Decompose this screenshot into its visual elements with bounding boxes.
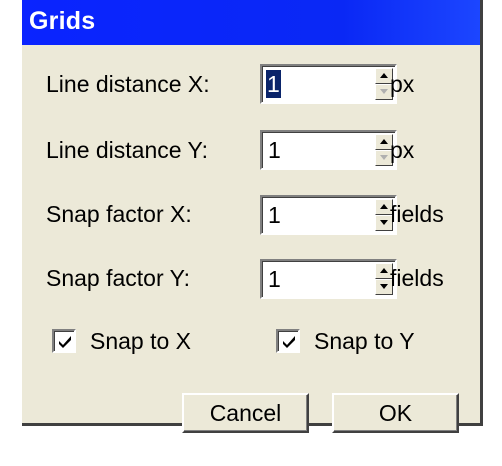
snap-factor-x-value[interactable]: 1 <box>268 201 281 229</box>
triangle-down-icon <box>380 89 388 94</box>
line-distance-x-unit: px <box>390 71 415 97</box>
line-distance-y-value[interactable]: 1 <box>268 136 281 164</box>
ok-button[interactable]: OK <box>332 393 459 433</box>
triangle-down-icon <box>380 284 388 289</box>
snap-to-y-label[interactable]: Snap to Y <box>314 327 415 355</box>
line-distance-y-label: Line distance Y: <box>46 137 208 163</box>
triangle-up-icon <box>380 268 388 273</box>
line-distance-y-unit: px <box>390 137 415 163</box>
triangle-down-icon <box>380 220 388 225</box>
line-distance-x-value[interactable]: 1 <box>266 70 281 98</box>
triangle-up-icon <box>380 73 388 78</box>
grids-dialog: Grids Line distance X: 1 px Line distanc… <box>22 0 483 433</box>
dialog-title: Grids <box>29 7 96 35</box>
title-bar[interactable]: Grids <box>22 0 480 45</box>
snap-factor-y-value[interactable]: 1 <box>268 265 281 293</box>
snap-factor-y-unit: fields <box>390 265 444 291</box>
snap-factor-x-field[interactable]: 1 <box>260 195 397 235</box>
snap-to-x-checkbox[interactable] <box>52 329 76 353</box>
snap-factor-x-label: Snap factor X: <box>46 201 192 227</box>
snap-factor-y-label: Snap factor Y: <box>46 265 191 291</box>
triangle-up-icon <box>380 204 388 209</box>
line-distance-x-label: Line distance X: <box>46 71 210 97</box>
snap-factor-x-unit: fields <box>390 201 444 227</box>
checkmark-icon <box>283 336 295 348</box>
triangle-up-icon <box>380 139 388 144</box>
page: Grids Line distance X: 1 px Line distanc… <box>0 0 502 466</box>
snap-to-y-checkbox[interactable] <box>276 329 300 353</box>
snap-to-x-label[interactable]: Snap to X <box>90 327 191 355</box>
cancel-button[interactable]: Cancel <box>182 393 309 433</box>
line-distance-x-field[interactable]: 1 <box>260 64 397 104</box>
triangle-down-icon <box>380 155 388 160</box>
snap-factor-y-field[interactable]: 1 <box>260 259 397 299</box>
line-distance-y-field[interactable]: 1 <box>260 130 397 170</box>
checkmark-icon <box>59 336 71 348</box>
